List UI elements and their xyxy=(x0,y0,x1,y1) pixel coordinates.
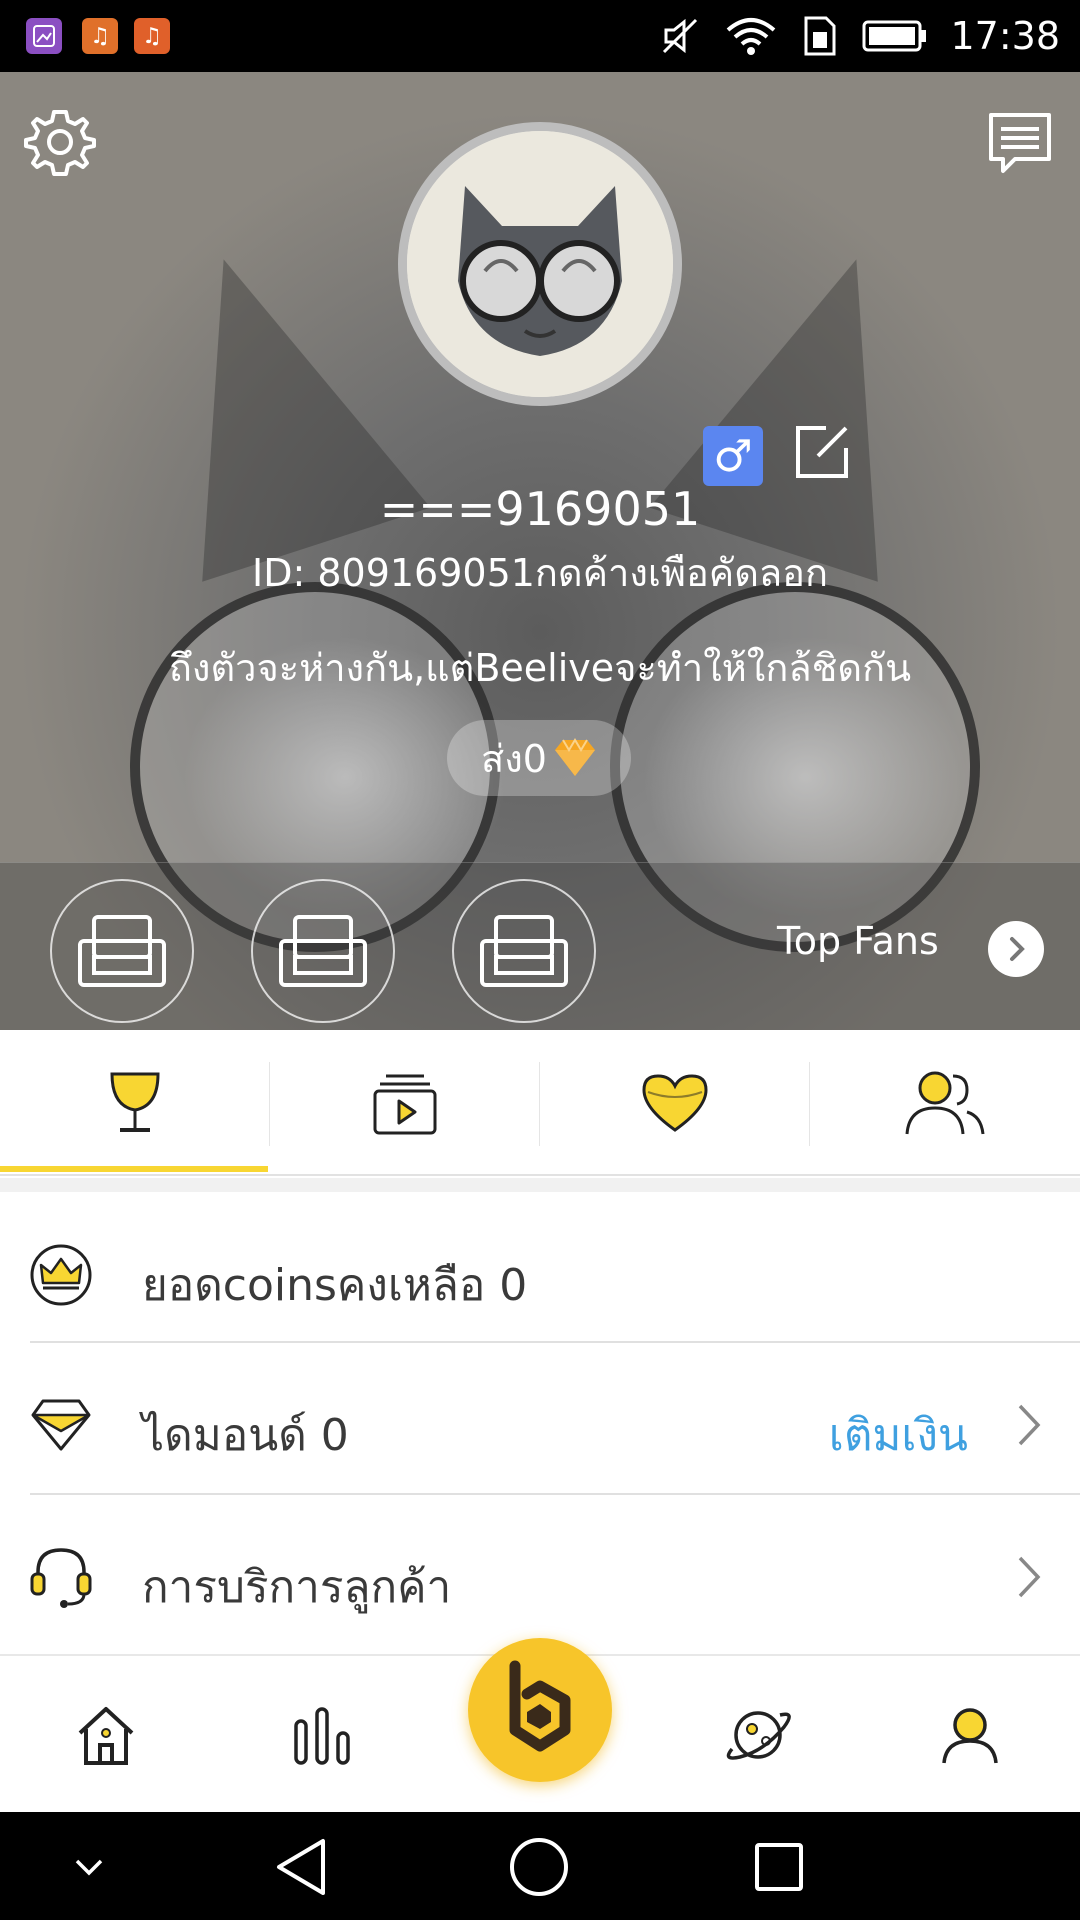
clock: 17:38 xyxy=(950,14,1060,58)
username: ===9169051 xyxy=(379,482,701,536)
nav-home[interactable] xyxy=(46,1656,166,1814)
system-navigation-bar xyxy=(0,1812,1080,1920)
user-id[interactable]: ID: 809169051กดค้างเพือคัดลอก xyxy=(0,542,1080,603)
status-bar: ♫ ♫ 17:38 xyxy=(0,0,1080,72)
customer-service-label: การบริการลูกค้า xyxy=(142,1562,452,1613)
trophy-icon xyxy=(110,1072,160,1132)
photo-app-icon xyxy=(26,18,62,54)
nav-explore[interactable] xyxy=(698,1656,818,1814)
avatar[interactable] xyxy=(398,122,682,406)
home-circle-icon[interactable] xyxy=(504,1832,574,1902)
active-tab-indicator xyxy=(0,1166,268,1172)
empty-seat-icon xyxy=(480,915,568,987)
beelive-live-button[interactable] xyxy=(468,1638,612,1782)
planet-icon xyxy=(726,1711,791,1760)
tab-trophy[interactable] xyxy=(0,1030,270,1176)
battery-icon xyxy=(862,20,927,52)
top-fans-label[interactable]: Top Fans xyxy=(777,919,939,963)
messages-icon[interactable] xyxy=(984,108,1056,180)
chart-icon xyxy=(294,1707,350,1765)
edit-profile-icon[interactable] xyxy=(794,424,850,480)
music-app-icon-2: ♫ xyxy=(134,18,170,54)
slogan: ถึงตัวจะห่างกัน,แต่Beeliveจะทำให้ใกล้ชิด… xyxy=(168,646,912,690)
diamond-balance-label: ไดมอนด์ 0 xyxy=(142,1410,349,1461)
back-icon[interactable] xyxy=(266,1832,336,1902)
send-count: ส่ง0 xyxy=(481,736,547,781)
empty-seat-icon xyxy=(78,915,166,987)
coins-balance-label: ยอดcoinsคงเหลือ 0 xyxy=(142,1260,528,1311)
diamond-icon xyxy=(554,738,595,776)
nav-ranking[interactable] xyxy=(262,1656,382,1814)
row-divider xyxy=(30,1341,1080,1343)
profile-header: ===9169051 ♂ ID: 809169051กดค้างเพือคัดล… xyxy=(0,72,1080,1030)
row-divider xyxy=(30,1493,1080,1495)
top-up-link[interactable]: เติมเงิน xyxy=(829,1400,968,1470)
fan-seat-2[interactable] xyxy=(251,879,395,1023)
beelive-logo xyxy=(509,1660,571,1752)
tab-videos[interactable] xyxy=(270,1030,540,1176)
diamond-row[interactable]: ไดมอนด์ 0 เติมเงิน xyxy=(0,1350,1080,1500)
diamond-outline-icon xyxy=(28,1392,94,1458)
section-gap xyxy=(0,1178,1080,1192)
chevron-right-icon xyxy=(1008,1554,1048,1600)
bottom-navigation xyxy=(0,1638,1080,1814)
mute-icon xyxy=(663,18,698,54)
recents-square-icon[interactable] xyxy=(744,1832,814,1902)
top-fans-bar[interactable]: Top Fans xyxy=(0,862,1080,1030)
empty-seat-icon xyxy=(279,915,367,987)
fan-seat-3[interactable] xyxy=(452,879,596,1023)
crown-icon xyxy=(28,1242,94,1308)
sim-icon xyxy=(804,16,836,56)
fan-seat-1[interactable] xyxy=(50,879,194,1023)
headset-icon xyxy=(28,1544,94,1610)
music-app-icon: ♫ xyxy=(82,18,118,54)
nav-profile[interactable] xyxy=(910,1656,1030,1814)
tab-likes[interactable] xyxy=(540,1030,810,1176)
profile-icon xyxy=(942,1708,998,1764)
customer-service-row[interactable]: การบริการลูกค้า xyxy=(0,1502,1080,1652)
send-diamonds-badge[interactable]: ส่ง0 xyxy=(447,720,631,796)
heart-icon xyxy=(642,1074,708,1132)
chevron-right-icon xyxy=(1008,1402,1048,1448)
tab-following[interactable] xyxy=(810,1030,1080,1176)
home-icon xyxy=(78,1707,134,1765)
settings-gear-icon[interactable] xyxy=(22,104,98,180)
profile-tabs xyxy=(0,1030,1080,1176)
coins-balance-row[interactable]: ยอดcoinsคงเหลือ 0 xyxy=(0,1200,1080,1350)
video-playlist-icon xyxy=(373,1074,437,1135)
male-gender-icon: ♂ xyxy=(703,426,763,486)
chevron-right-icon[interactable] xyxy=(988,921,1044,977)
wifi-icon xyxy=(727,18,776,55)
hide-nav-chevron-icon[interactable] xyxy=(54,1832,124,1902)
users-icon xyxy=(905,1071,985,1135)
